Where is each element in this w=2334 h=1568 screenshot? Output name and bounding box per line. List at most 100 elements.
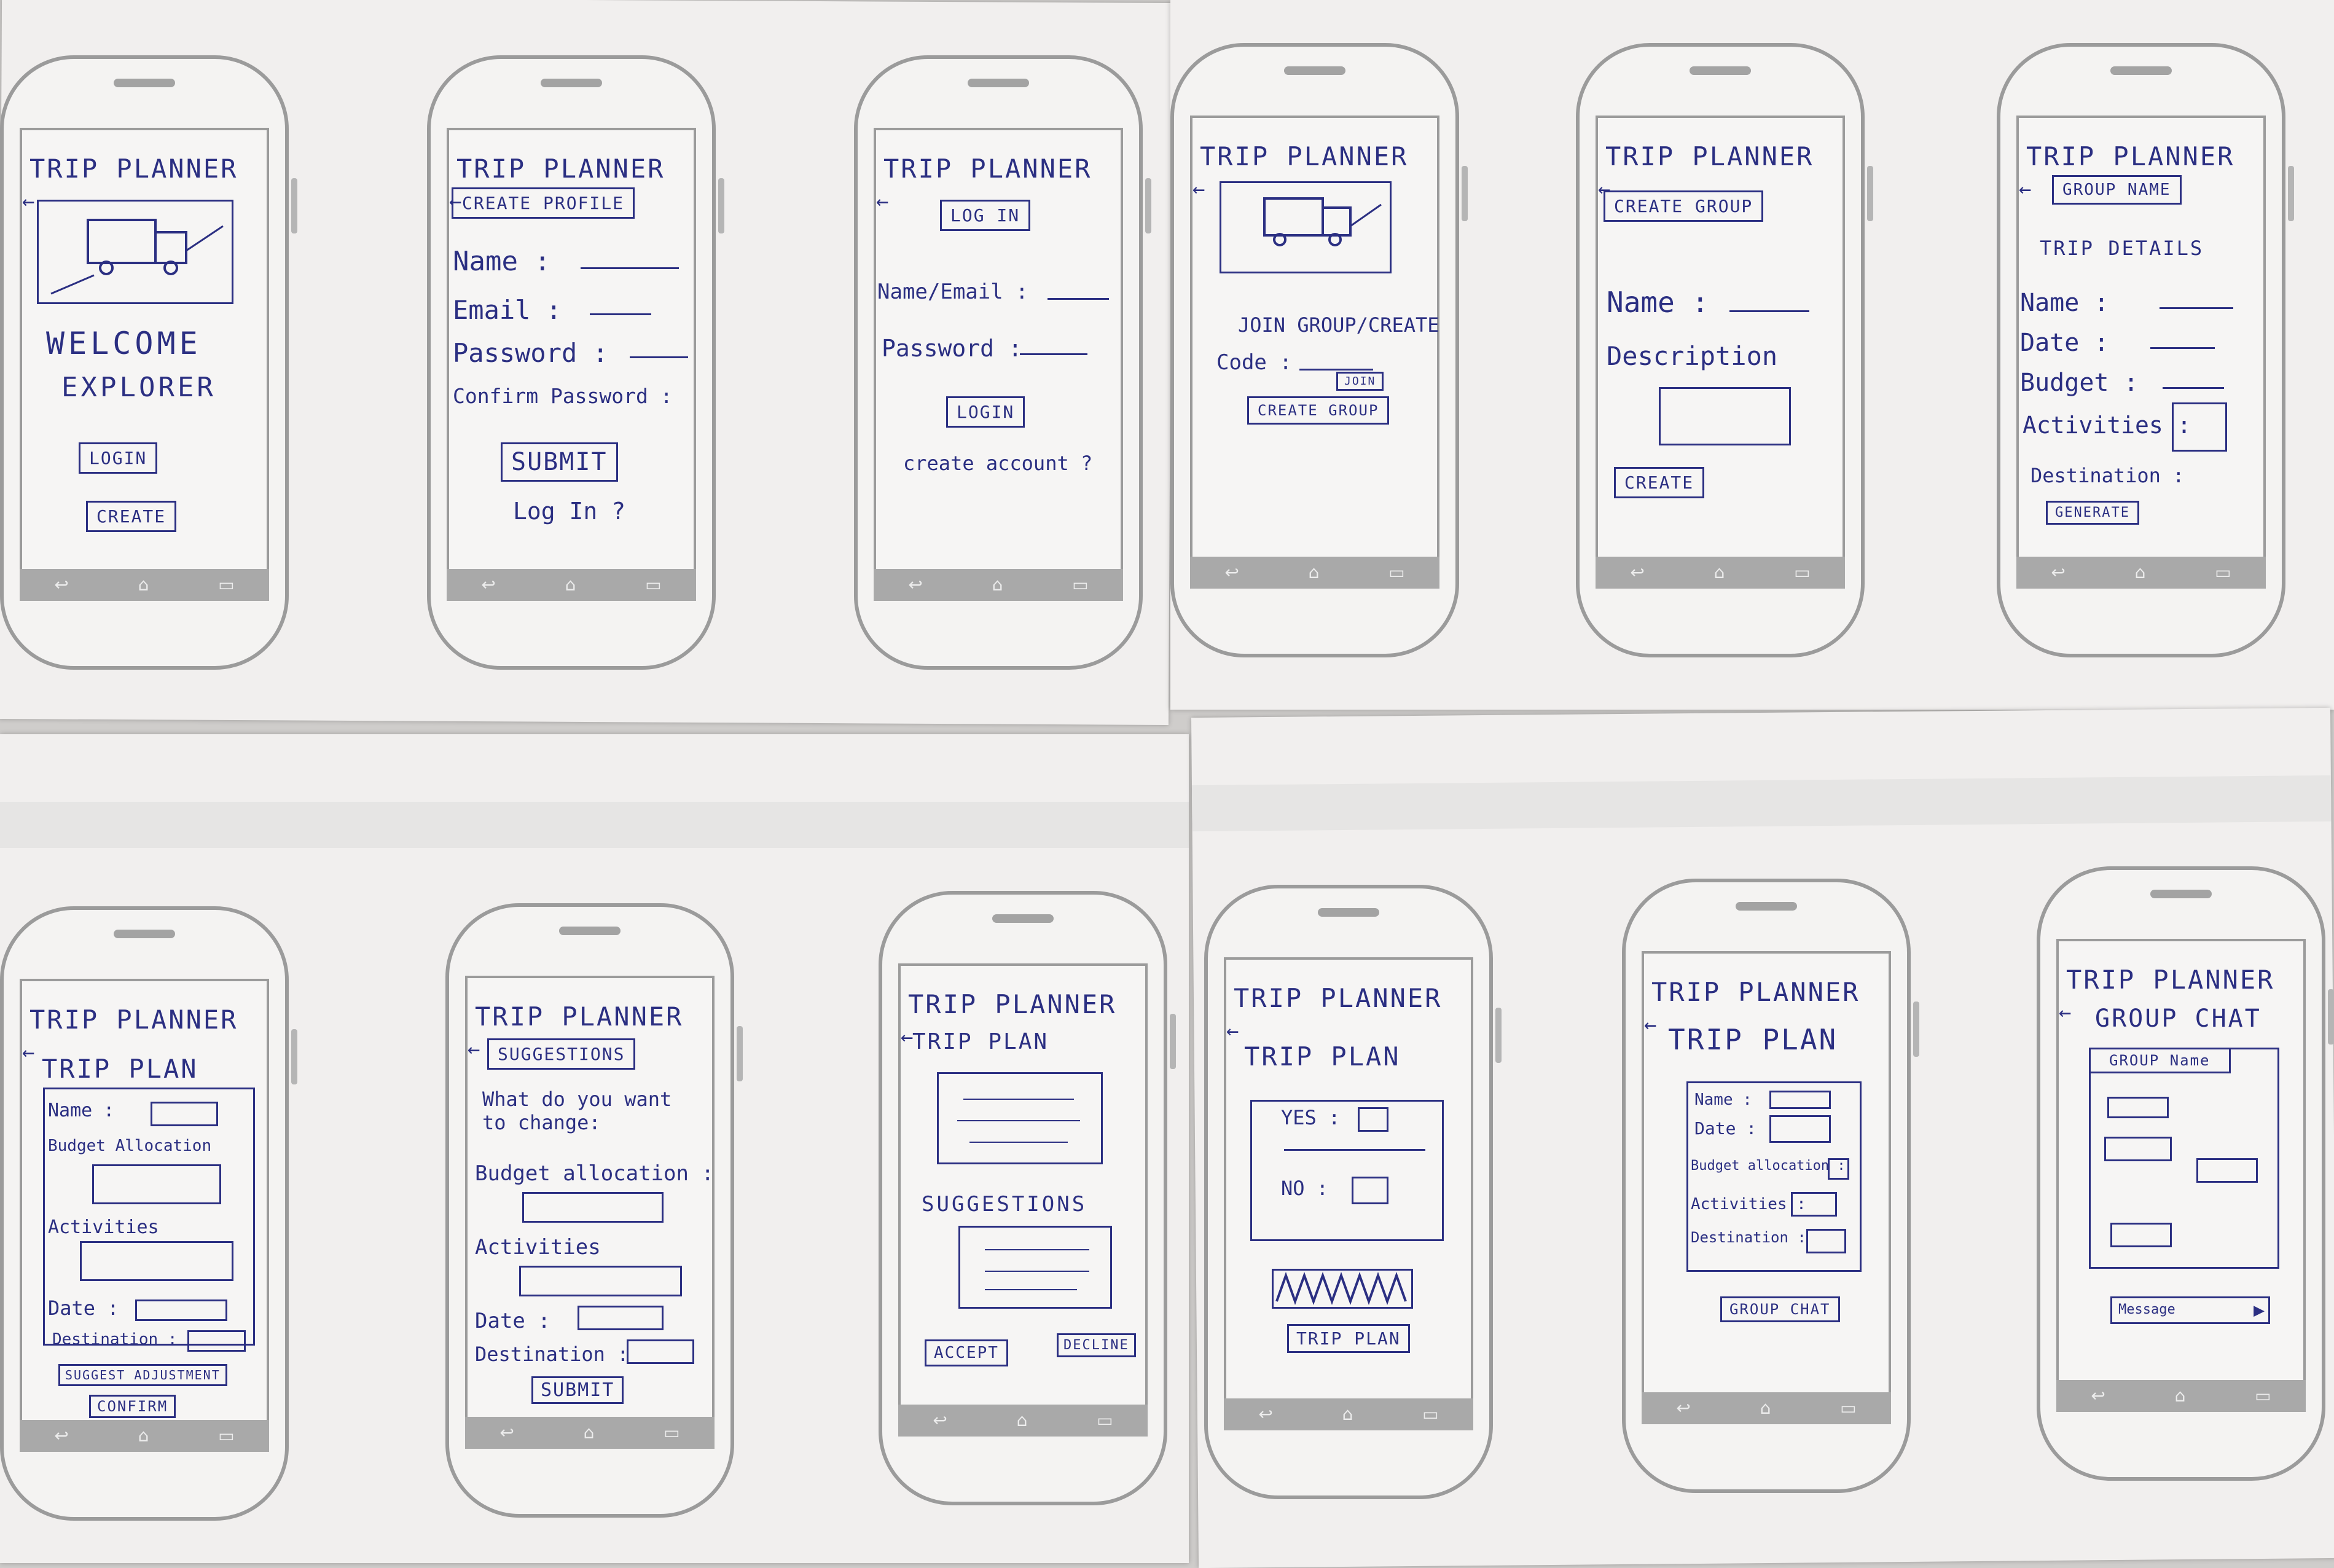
decline-button[interactable]: DECLINE [1057,1333,1136,1357]
destination-field[interactable] [1806,1229,1846,1253]
date-field[interactable] [2150,347,2215,349]
activities-field[interactable] [519,1266,682,1296]
back-arrow-icon[interactable]: ← [1644,1013,1656,1037]
home-icon[interactable]: ⌂ [992,576,1003,594]
confirm-button[interactable]: CONFIRM [89,1395,176,1418]
suggest-adjustment-button[interactable]: SUGGEST ADJUSTMENT [58,1364,227,1386]
submit-button[interactable]: SUBMIT [501,442,618,482]
back-icon[interactable]: ↩ [1224,564,1239,581]
back-icon[interactable]: ↩ [1630,564,1644,581]
home-icon[interactable]: ⌂ [1017,1412,1028,1429]
back-icon[interactable]: ↩ [499,1424,514,1441]
accept-button[interactable]: ACCEPT [925,1339,1008,1366]
recents-icon[interactable]: ▭ [1388,564,1404,581]
back-icon[interactable]: ↩ [2051,564,2065,581]
recents-icon[interactable]: ▭ [1072,576,1088,594]
back-icon[interactable]: ↩ [2091,1387,2105,1405]
login-button[interactable]: LOGIN [79,442,158,474]
back-arrow-icon[interactable]: ← [468,1037,480,1062]
destination-field[interactable] [187,1330,246,1352]
password-field[interactable] [1020,353,1087,355]
home-icon[interactable]: ⌂ [2135,564,2146,581]
activities-field[interactable] [2172,402,2227,452]
message-input[interactable]: Message ▶ [2110,1296,2270,1324]
back-arrow-icon[interactable]: ← [22,189,34,214]
create-account-link[interactable]: create account ? [903,452,1092,475]
activities-field[interactable] [1791,1192,1837,1217]
chat-bubble-outgoing [2196,1158,2258,1183]
back-icon[interactable]: ↩ [933,1412,947,1429]
speaker [2110,66,2172,75]
home-icon[interactable]: ⌂ [1342,1406,1353,1423]
login-link[interactable]: Log In ? [513,498,625,525]
trip-plan-button[interactable]: TRIP PLAN [1287,1324,1410,1353]
password-field[interactable] [630,356,688,358]
login-button[interactable]: LOGIN [946,396,1025,428]
back-arrow-icon[interactable]: ← [901,1025,913,1049]
back-arrow-icon[interactable]: ← [2019,177,2031,202]
date-label: Date : [48,1296,119,1320]
back-icon[interactable]: ↩ [481,576,495,594]
recents-icon[interactable]: ▭ [1794,564,1810,581]
budget-allocation-field[interactable] [1828,1158,1849,1180]
back-arrow-icon[interactable]: ← [22,1040,34,1065]
recents-icon[interactable]: ▭ [1422,1406,1438,1423]
home-icon[interactable]: ⌂ [1714,564,1725,581]
recents-icon[interactable]: ▭ [664,1424,679,1441]
home-icon[interactable]: ⌂ [584,1424,595,1441]
date-field[interactable] [135,1299,227,1321]
back-arrow-icon[interactable]: ← [1192,177,1205,202]
create-button[interactable]: CREATE [1614,467,1705,498]
budget-field[interactable] [2163,387,2224,389]
back-icon[interactable]: ↩ [54,1427,68,1445]
budget-allocation-field[interactable] [92,1164,221,1204]
yes-label: YES : [1281,1106,1341,1129]
yes-checkbox[interactable] [1358,1107,1388,1132]
join-button[interactable]: JOIN [1336,372,1384,391]
submit-button[interactable]: SUBMIT [531,1376,624,1404]
recents-icon[interactable]: ▭ [2255,1387,2271,1405]
back-arrow-icon[interactable]: ← [876,189,888,214]
home-icon[interactable]: ⌂ [2175,1387,2186,1405]
description-field[interactable] [1659,387,1791,445]
home-icon[interactable]: ⌂ [565,576,576,594]
name-field[interactable] [151,1102,218,1126]
budget-allocation-field[interactable] [522,1192,664,1223]
recents-icon[interactable]: ▭ [218,576,234,594]
name-field[interactable] [1769,1091,1831,1109]
recents-icon[interactable]: ▭ [645,576,661,594]
back-arrow-icon[interactable]: ← [1226,1019,1239,1043]
recents-icon[interactable]: ▭ [218,1427,234,1445]
create-group-button[interactable]: CREATE GROUP [1247,396,1390,425]
recents-icon[interactable]: ▭ [1840,1400,1856,1417]
home-icon[interactable]: ⌂ [138,1427,149,1445]
home-icon[interactable]: ⌂ [1309,564,1320,581]
speaker [1736,902,1797,911]
recents-icon[interactable]: ▭ [1097,1412,1113,1429]
send-icon[interactable]: ▶ [2254,1299,2265,1321]
activities-field[interactable] [80,1241,233,1281]
group-chat-button[interactable]: GROUP CHAT [1720,1296,1840,1322]
vote-divider [1284,1149,1425,1151]
screen [874,128,1123,601]
back-arrow-icon[interactable]: ← [2059,1000,2071,1025]
recents-icon[interactable]: ▭ [2215,564,2231,581]
back-icon[interactable]: ↩ [54,576,68,594]
no-checkbox[interactable] [1352,1177,1388,1204]
home-icon[interactable]: ⌂ [138,576,149,594]
name-field[interactable] [2160,307,2233,309]
destination-field[interactable] [627,1339,694,1364]
date-field[interactable] [578,1306,664,1330]
date-field[interactable] [1769,1115,1831,1143]
name-field[interactable] [1729,310,1809,312]
create-button[interactable]: CREATE [86,501,177,532]
name-email-field[interactable] [1048,298,1109,300]
back-icon[interactable]: ↩ [908,576,922,594]
back-icon[interactable]: ↩ [1676,1400,1690,1417]
email-field[interactable] [590,313,651,315]
name-field[interactable] [581,267,679,269]
back-icon[interactable]: ↩ [1258,1406,1272,1423]
generate-button[interactable]: GENERATE [2046,501,2139,525]
home-icon[interactable]: ⌂ [1760,1400,1771,1417]
code-field[interactable] [1299,369,1373,370]
